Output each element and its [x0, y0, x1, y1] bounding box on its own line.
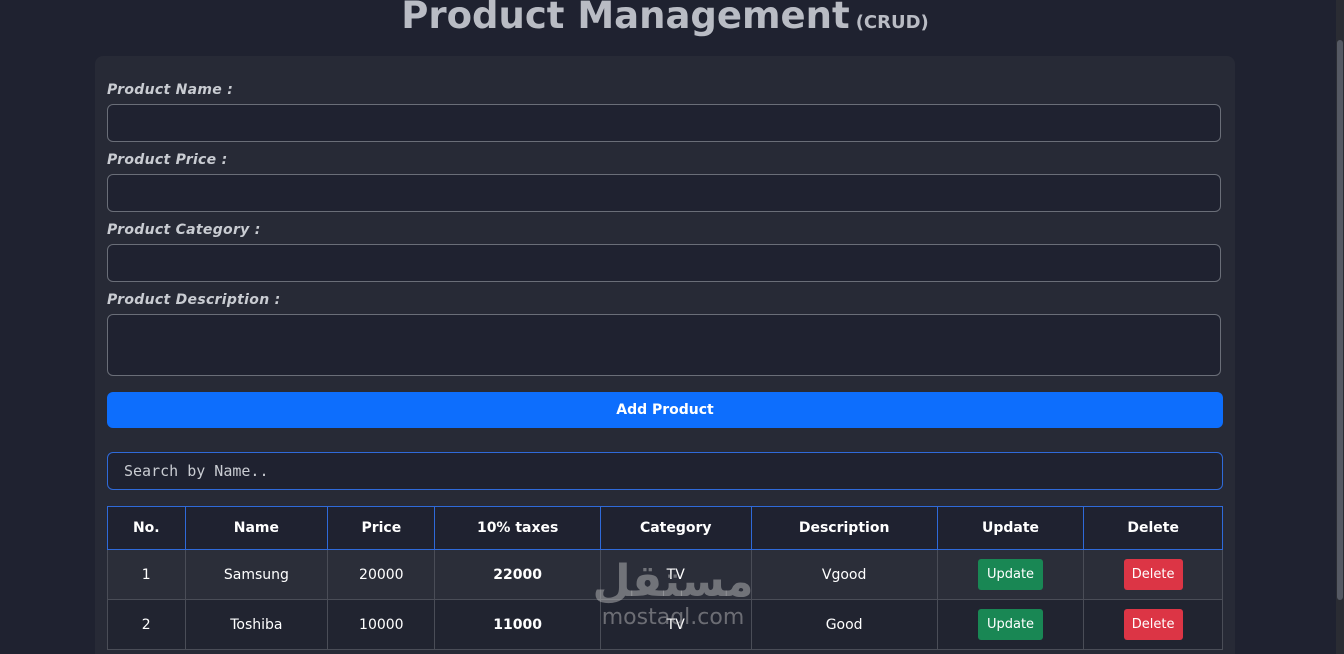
- product-description-label: Product Description :: [107, 292, 281, 308]
- header-delete: Delete: [1083, 506, 1223, 550]
- cell-no: 2: [107, 599, 186, 650]
- page-subtitle: (CRUD): [855, 12, 929, 33]
- cell-no: 1: [107, 549, 186, 600]
- update-button[interactable]: Update: [977, 609, 1044, 640]
- product-name-label: Product Name :: [107, 82, 234, 98]
- page-title-text: Product Management: [401, 0, 850, 37]
- product-category-input[interactable]: [107, 244, 1221, 282]
- cell-delete: Delete: [1083, 549, 1223, 600]
- cell-price: 10000: [327, 599, 436, 650]
- product-price-label: Product Price :: [107, 152, 228, 168]
- product-description-textarea[interactable]: [107, 314, 1221, 376]
- header-price: Price: [327, 506, 436, 550]
- product-name-input[interactable]: [107, 104, 1221, 142]
- delete-button[interactable]: Delete: [1123, 609, 1183, 640]
- products-table: No. Name Price 10% taxes Category Descri…: [107, 506, 1223, 650]
- header-description: Description: [750, 506, 938, 550]
- cell-category: TV: [599, 549, 752, 600]
- update-button[interactable]: Update: [977, 559, 1044, 590]
- table-header-row: No. Name Price 10% taxes Category Descri…: [107, 506, 1223, 550]
- cell-description: Good: [750, 599, 938, 650]
- cell-price: 20000: [327, 549, 436, 600]
- add-product-button[interactable]: Add Product: [107, 392, 1223, 428]
- cell-name: Toshiba: [184, 599, 329, 650]
- cell-update: Update: [936, 599, 1085, 650]
- product-price-input[interactable]: [107, 174, 1221, 212]
- header-category: Category: [599, 506, 752, 550]
- product-category-label: Product Category :: [107, 222, 261, 238]
- table-row: 1 Samsung 20000 22000 TV Vgood Update De…: [107, 549, 1223, 600]
- header-taxes: 10% taxes: [434, 506, 601, 550]
- scrollbar[interactable]: [1336, 0, 1344, 654]
- header-update: Update: [936, 506, 1085, 550]
- cell-delete: Delete: [1083, 599, 1223, 650]
- page: Product Management (CRUD) Product Name : …: [0, 0, 1344, 654]
- delete-button[interactable]: Delete: [1123, 559, 1183, 590]
- product-form-card: Product Name : Product Price : Product C…: [95, 56, 1235, 654]
- cell-update: Update: [936, 549, 1085, 600]
- header-no: No.: [107, 506, 186, 550]
- cell-total: 22000: [434, 549, 601, 600]
- cell-total: 11000: [434, 599, 601, 650]
- table-row: 2 Toshiba 10000 11000 TV Good Update Del…: [107, 599, 1223, 650]
- scrollbar-thumb[interactable]: [1337, 40, 1343, 600]
- header-name: Name: [184, 506, 329, 550]
- cell-category: TV: [599, 599, 752, 650]
- cell-description: Vgood: [750, 549, 938, 600]
- cell-name: Samsung: [184, 549, 329, 600]
- page-title: Product Management (CRUD): [0, 0, 1330, 37]
- search-input[interactable]: Search by Name..: [107, 452, 1223, 490]
